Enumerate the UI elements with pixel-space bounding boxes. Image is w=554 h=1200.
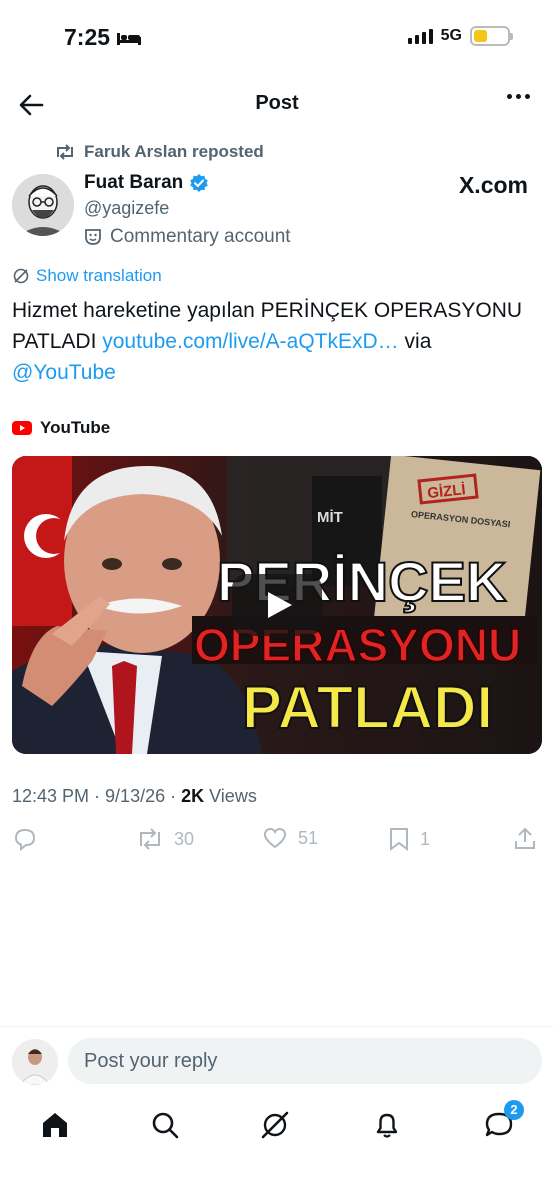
reply-button[interactable]	[12, 826, 38, 852]
page-title: Post	[255, 92, 299, 114]
account-label-text: Commentary account	[110, 226, 291, 247]
share-button[interactable]	[512, 826, 538, 852]
post-date: 9/13/26	[105, 786, 166, 806]
show-translation[interactable]: Show translation	[12, 266, 162, 286]
tweet-text: Hizmet hareketine yapılan PERİNÇEK OPERA…	[12, 295, 532, 388]
repost-indicator: Faruk Arslan reposted	[54, 142, 264, 162]
grok-icon[interactable]	[258, 1108, 292, 1142]
post-meta: 12:43 PM · 9/13/26 · 2K Views	[12, 786, 257, 807]
repost-button[interactable]: 30	[136, 826, 194, 852]
home-icon[interactable]	[38, 1108, 72, 1142]
notifications-bell-icon[interactable]	[370, 1108, 404, 1142]
bottom-nav: 2	[0, 1098, 554, 1158]
card-source-label: YouTube	[40, 418, 111, 437]
clock: 7:25	[64, 24, 111, 50]
x-brand-logo: X.com	[458, 172, 528, 198]
more-options-icon[interactable]	[507, 94, 530, 99]
bookmark-button[interactable]: 1	[388, 826, 430, 852]
tweet-mention[interactable]: @YouTube	[12, 361, 116, 384]
views-label: Views	[209, 786, 257, 806]
views-count: 2K	[181, 786, 205, 806]
user-avatar[interactable]	[12, 1039, 58, 1085]
play-button[interactable]	[232, 574, 322, 636]
status-bar: 7:25 5G	[0, 0, 554, 76]
messages-button[interactable]: 2	[482, 1100, 524, 1142]
share-icon	[515, 827, 535, 849]
author-name-row: Fuat Baran	[84, 172, 209, 194]
status-time: 7:25	[64, 24, 142, 51]
verified-badge-icon	[190, 174, 209, 192]
repost-count: 30	[174, 828, 195, 849]
author-handle[interactable]: @yagizefe	[84, 198, 169, 219]
tweet-link[interactable]: youtube.com/live/A-aQTkExD…	[102, 330, 398, 353]
theater-masks-icon	[85, 229, 101, 245]
sleep-bed-icon	[117, 32, 142, 45]
author-name[interactable]: Fuat Baran	[84, 172, 183, 194]
bookmark-count: 1	[420, 828, 431, 849]
reply-icon	[14, 828, 36, 852]
post-time: 12:43 PM	[12, 786, 90, 806]
status-icons: 5G	[407, 26, 513, 46]
repost-text[interactable]: Faruk Arslan reposted	[84, 142, 264, 162]
heart-icon	[263, 827, 287, 849]
like-count: 51	[298, 827, 319, 848]
search-icon[interactable]	[148, 1108, 182, 1142]
thumb-line3: PATLADI	[242, 674, 493, 741]
account-label: Commentary account	[84, 226, 291, 248]
video-thumbnail[interactable]: GİZLİ OPERASYON DOSYASI MİT PERİNÇEK OPE…	[12, 456, 542, 754]
thumb-tag: MİT	[317, 509, 343, 526]
show-translation-label[interactable]: Show translation	[36, 266, 162, 286]
reply-bar	[0, 1026, 554, 1096]
tweet-via: via	[398, 330, 432, 353]
post-actions: 30 51 1	[12, 826, 542, 860]
author-avatar[interactable]	[12, 174, 74, 236]
repost-icon	[57, 144, 73, 160]
repost-icon	[140, 828, 160, 850]
translate-icon	[13, 268, 29, 284]
meta-separator: ·	[94, 786, 101, 806]
post-header: Post	[0, 80, 554, 130]
youtube-logo-icon	[12, 421, 32, 435]
bookmark-icon	[390, 828, 408, 851]
battery-icon	[470, 26, 513, 46]
card-source: YouTube	[12, 418, 110, 438]
like-button[interactable]: 51	[262, 826, 318, 850]
messages-badge: 2	[504, 1100, 524, 1120]
reply-input[interactable]	[68, 1038, 542, 1084]
network-label: 5G	[440, 27, 462, 44]
meta-separator: ·	[170, 786, 177, 806]
signal-icon	[407, 28, 433, 44]
